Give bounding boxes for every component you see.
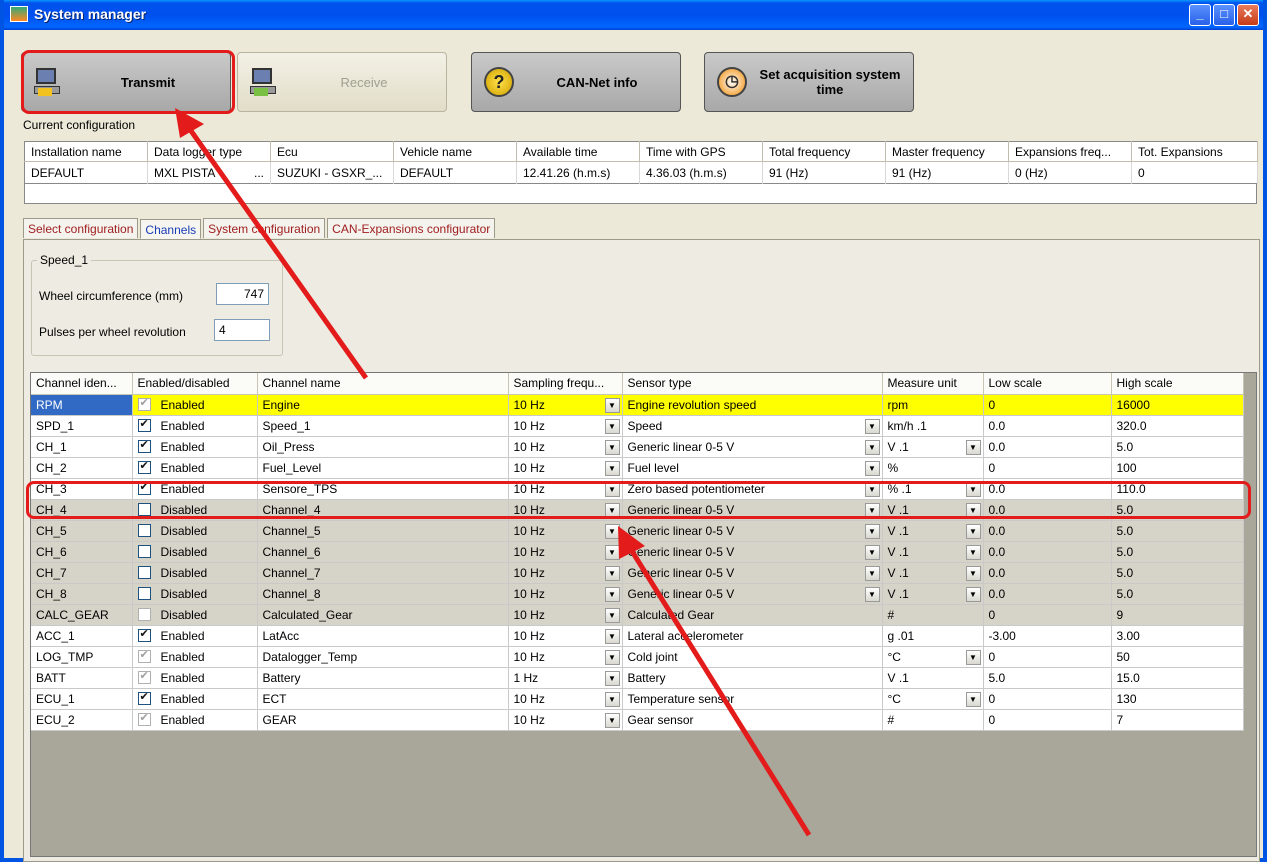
annotation-arrows xyxy=(175,108,812,837)
arrow-to-ch3-row xyxy=(627,546,812,837)
system-manager-window: System manager _ □ ✕ Transmit Receive ? … xyxy=(0,0,1267,862)
arrow-to-transmit xyxy=(186,126,369,380)
arrow-head-transmit xyxy=(175,108,204,138)
